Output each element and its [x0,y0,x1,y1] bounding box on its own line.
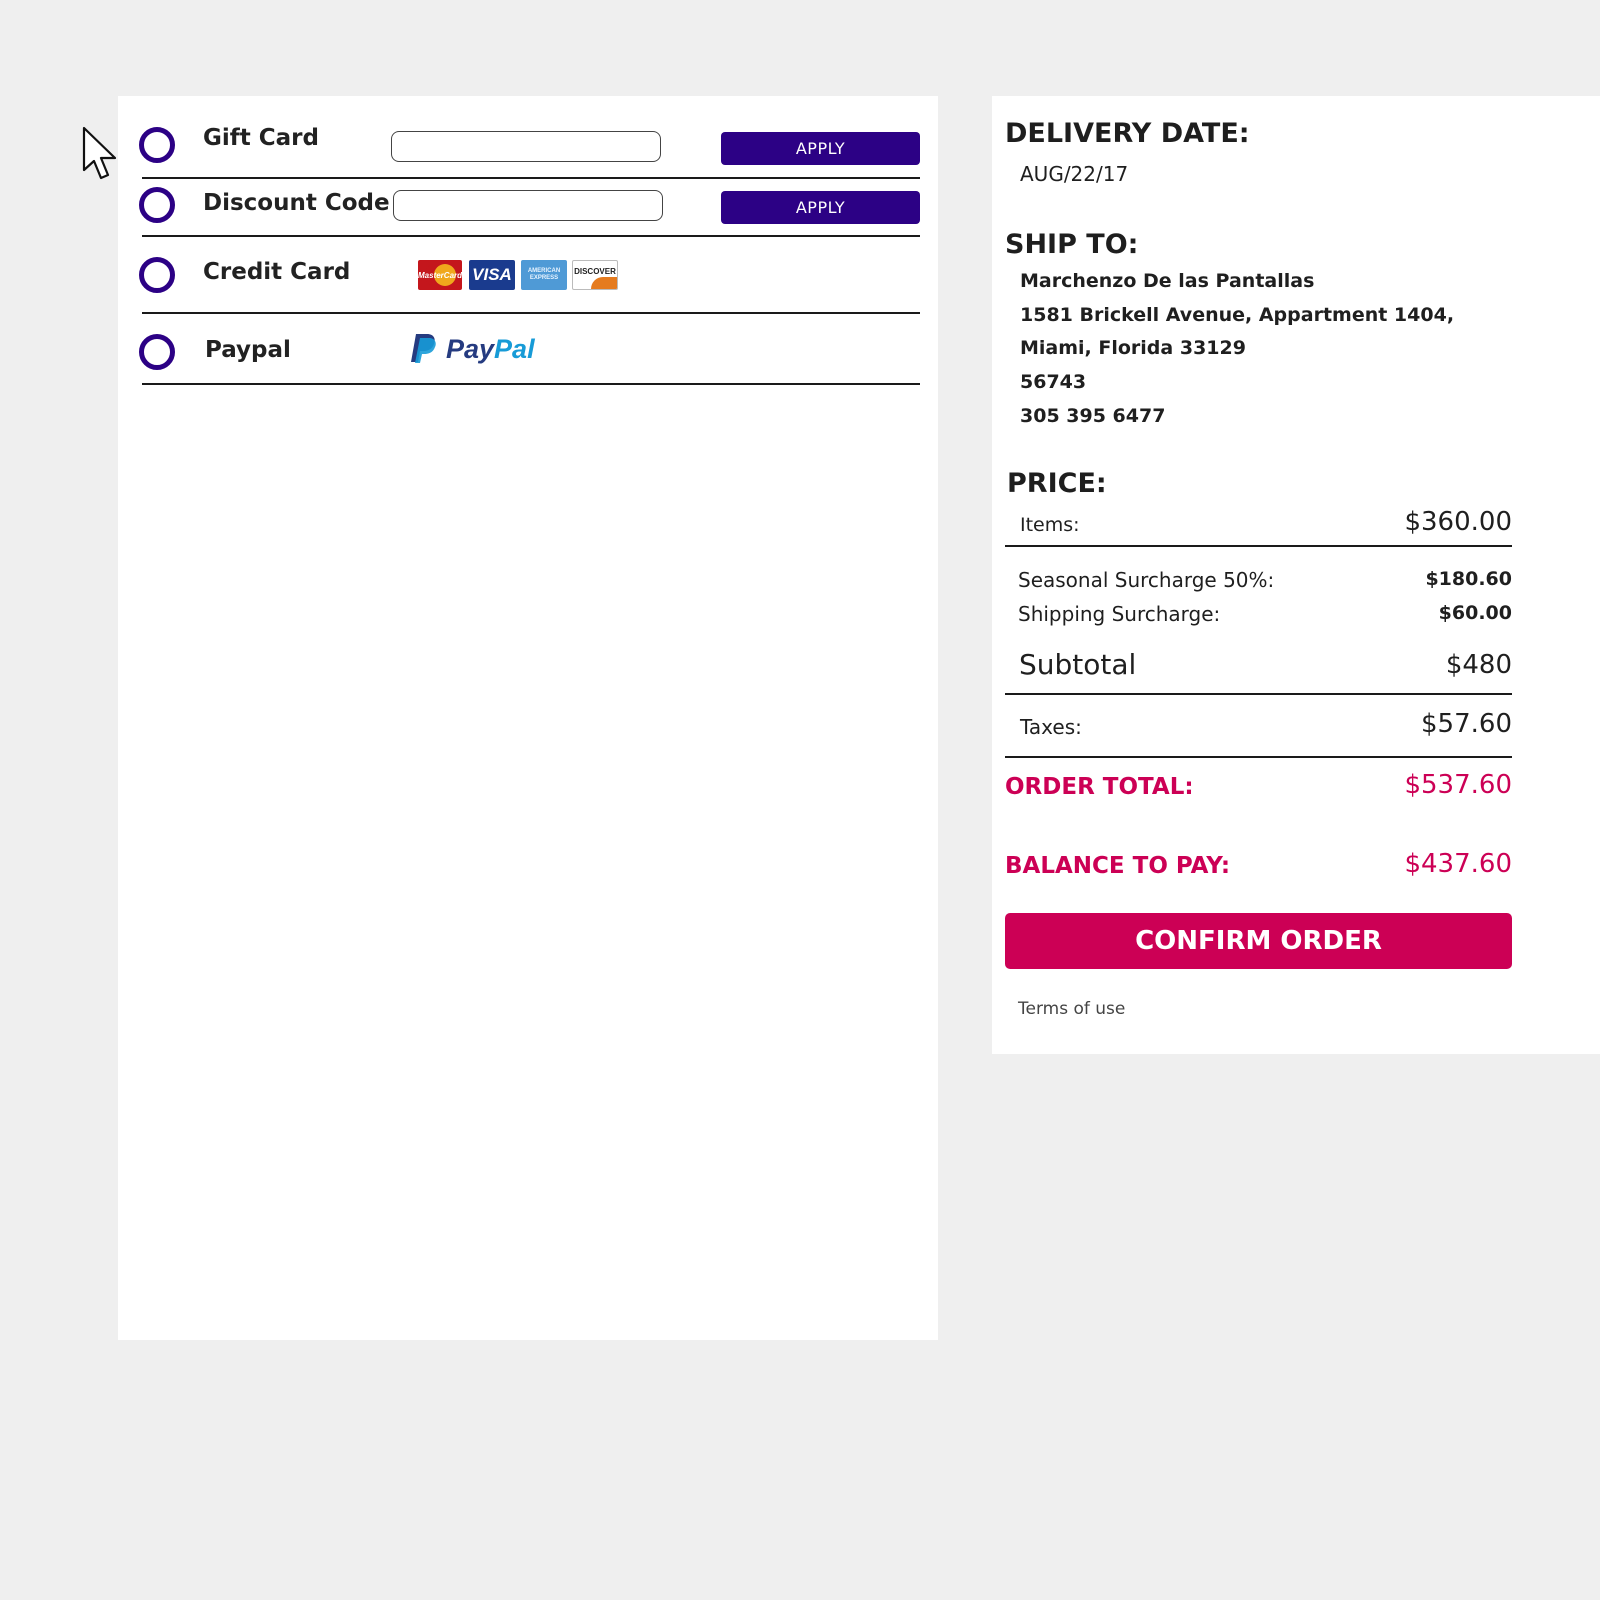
credit-card-label: Credit Card [203,259,351,285]
shipping-surcharge-value: $60.00 [1438,602,1512,624]
discover-text: DISCOVER [574,267,616,276]
discount-code-apply-button[interactable]: APPLY [721,191,920,224]
subtotal-value: $480 [1445,650,1512,680]
order-total-label: ORDER TOTAL: [1005,774,1194,800]
delivery-date-value: AUG/22/17 [1020,162,1129,186]
divider [142,177,920,179]
ship-to-name: Marchenzo De las Pantallas [1020,270,1315,292]
mastercard-icon: MasterCard [418,260,462,290]
divider [142,383,920,385]
subtotal-label: Subtotal [1019,648,1137,681]
divider [142,235,920,237]
order-summary-panel: DELIVERY DATE: AUG/22/17 SHIP TO: Marche… [992,96,1600,1054]
taxes-label: Taxes: [1020,715,1082,739]
gift-card-label: Gift Card [203,125,319,151]
divider [142,312,920,314]
gift-card-input[interactable] [391,131,661,162]
order-total-value: $537.60 [1404,770,1512,800]
terms-of-use-link[interactable]: Terms of use [1018,999,1125,1019]
mastercard-text: MasterCard [418,271,462,280]
mouse-cursor-icon [82,126,117,180]
taxes-value: $57.60 [1421,709,1512,739]
visa-icon: VISA [469,260,515,290]
balance-to-pay-value: $437.60 [1404,849,1512,879]
american-express-icon: AMERICAN EXPRESS [521,260,567,290]
paypal-logo-icon [411,334,436,363]
discount-code-radio[interactable] [139,187,175,223]
seasonal-surcharge-value: $180.60 [1425,568,1512,590]
paypal-radio[interactable] [139,334,175,370]
paypal-label: Paypal [205,337,291,363]
divider [1005,693,1512,695]
discover-icon: DISCOVER [572,260,618,290]
discount-code-input[interactable] [393,190,663,221]
seasonal-surcharge-label: Seasonal Surcharge 50%: [1018,568,1275,592]
ship-to-phone: 305 395 6477 [1020,405,1166,427]
ship-to-code: 56743 [1020,371,1087,393]
items-label: Items: [1020,514,1080,536]
price-title: PRICE: [1007,468,1107,499]
gift-card-radio[interactable] [139,127,175,163]
amex-text: AMERICAN EXPRESS [527,268,561,281]
divider [1005,545,1512,547]
gift-card-apply-button[interactable]: APPLY [721,132,920,165]
visa-text: VISA [472,265,512,284]
delivery-date-title: DELIVERY DATE: [1005,118,1250,149]
confirm-order-button[interactable]: CONFIRM ORDER [1005,913,1512,969]
discount-code-label: Discount Code [203,190,390,216]
payment-methods-panel: Gift Card APPLY Discount Code APPLY Cred… [118,96,938,1340]
balance-to-pay-label: BALANCE TO PAY: [1005,853,1231,879]
shipping-surcharge-label: Shipping Surcharge: [1018,602,1221,626]
ship-to-city-line: Miami, Florida 33129 [1020,337,1246,359]
paypal-logo-text: PayPal [446,334,535,364]
divider [1005,756,1512,758]
credit-card-radio[interactable] [139,257,175,293]
items-value: $360.00 [1404,507,1512,537]
ship-to-title: SHIP TO: [1005,229,1139,260]
ship-to-address-line: 1581 Brickell Avenue, Appartment 1404, [1020,304,1455,326]
